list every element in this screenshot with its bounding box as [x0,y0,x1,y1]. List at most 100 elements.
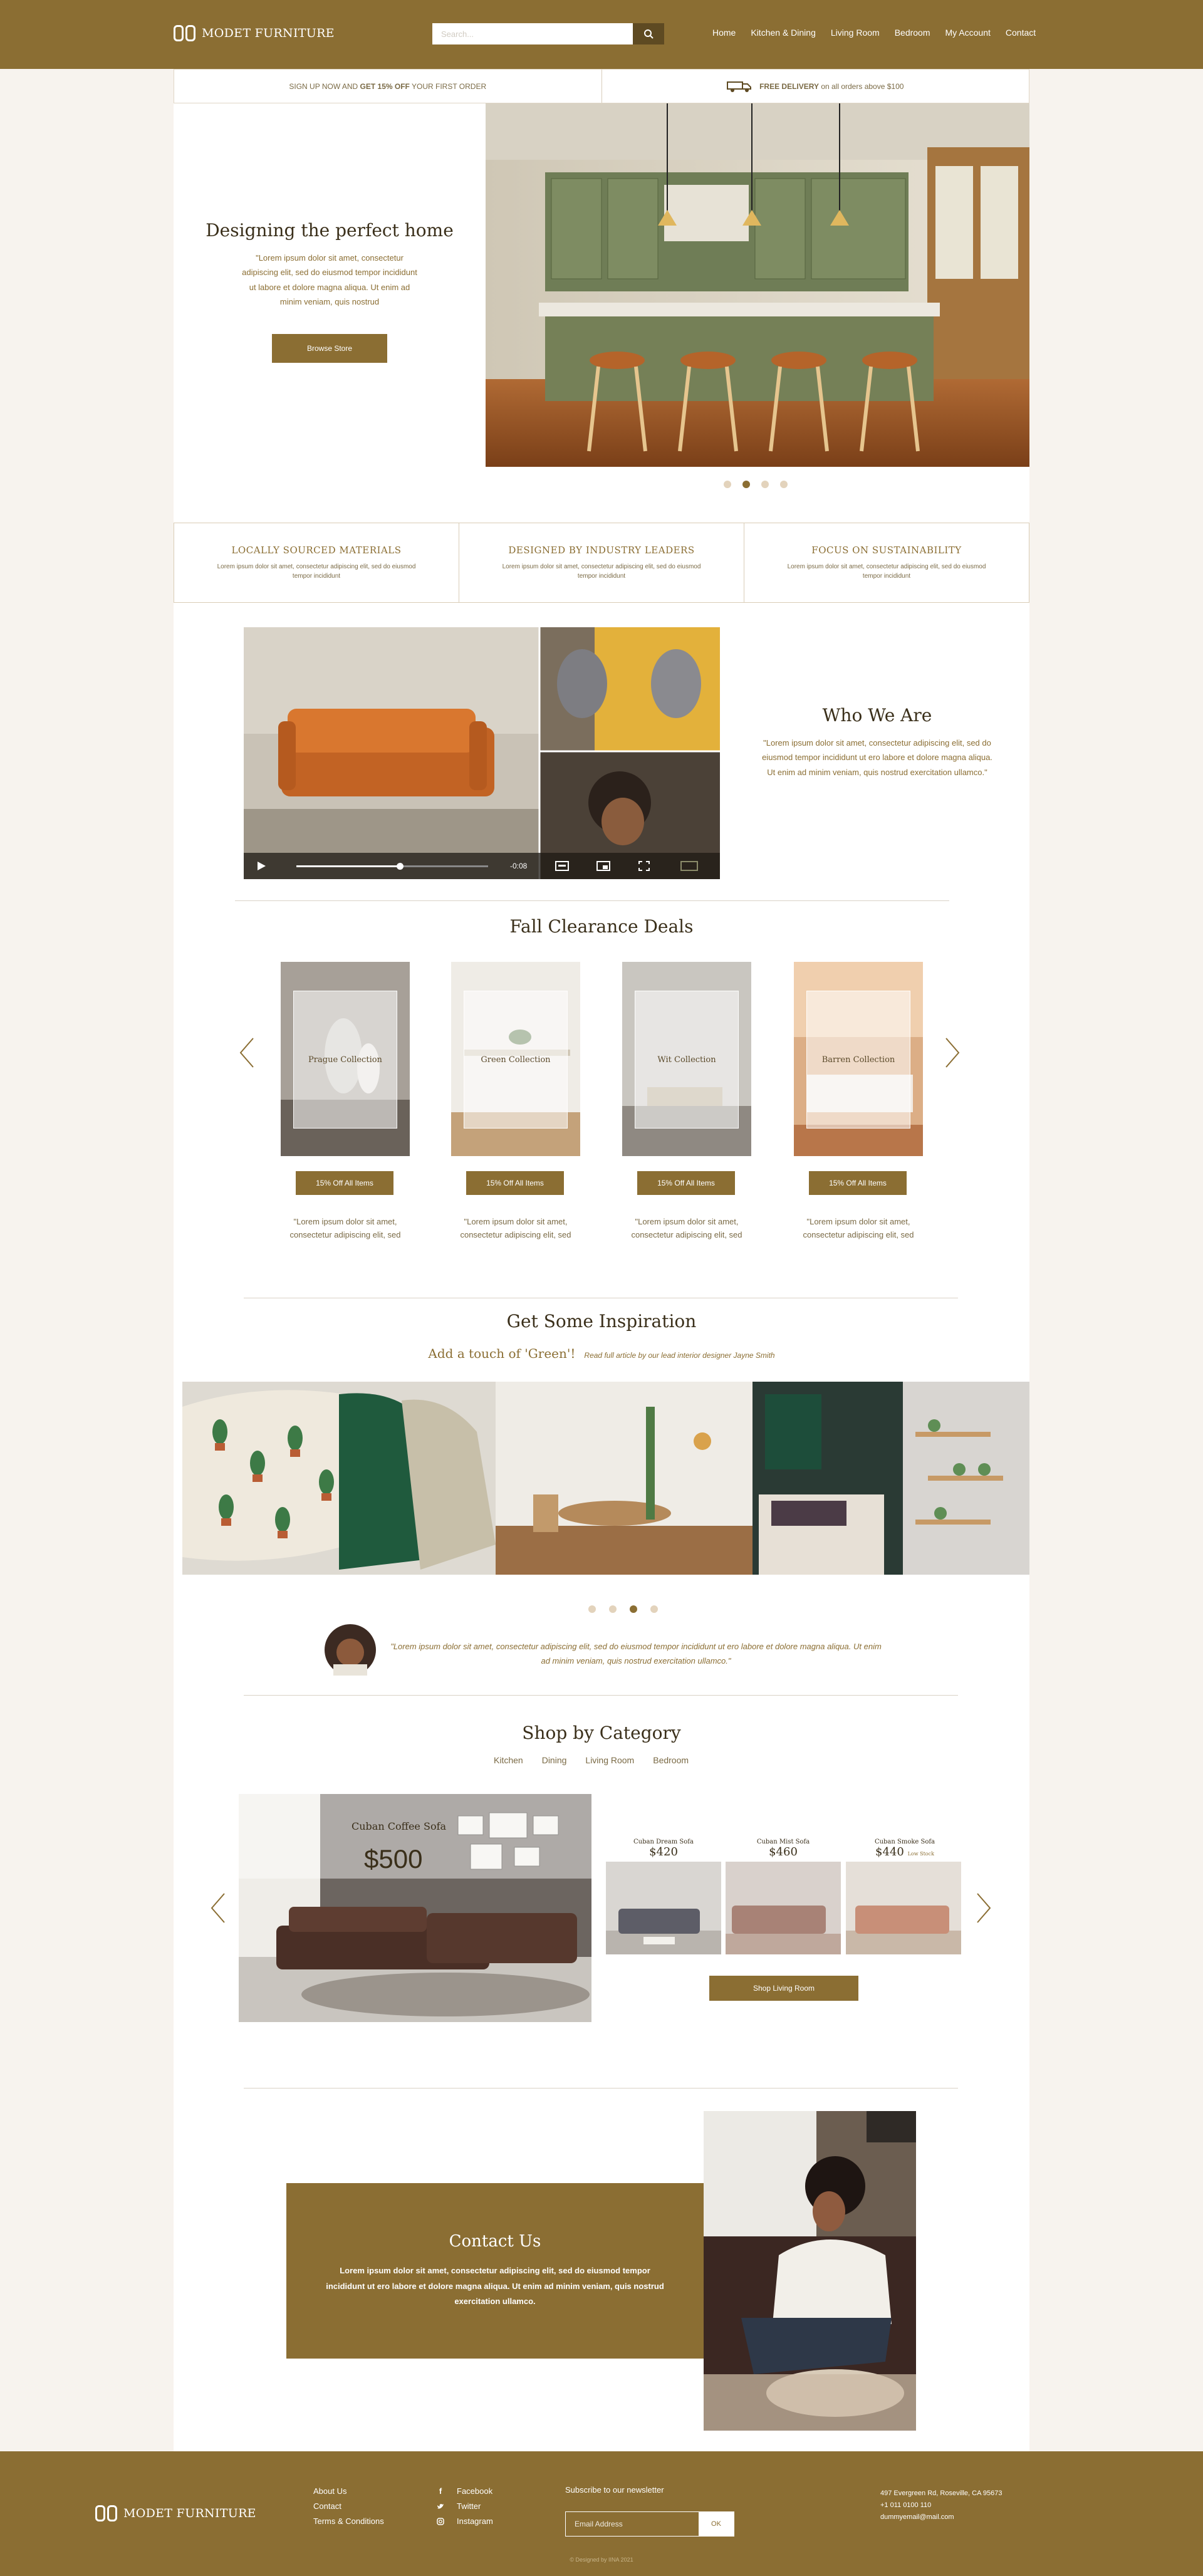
social-label: Facebook [457,2486,493,2496]
twitter-icon [437,2504,444,2509]
nav-contact[interactable]: Contact [1006,28,1036,38]
category-next-arrow[interactable] [976,1892,991,1930]
fullscreen-icon[interactable] [638,861,650,871]
features-box: LOCALLY SOURCED MATERIALS Lorem ipsum dol… [174,523,1029,603]
deal-card-prague[interactable]: Prague Collection [281,962,410,1156]
newsletter-label: Subscribe to our newsletter [565,2485,664,2495]
cuban-mist-sofa-image[interactable] [726,1862,841,1954]
newsletter-ok-button[interactable]: OK [699,2512,734,2536]
site-footer: MODET FURNITURE About Us Contact Terms &… [0,2451,1203,2576]
divider [235,900,949,901]
nav-my-account[interactable]: My Account [945,28,991,38]
logo[interactable]: MODET FURNITURE [174,25,335,41]
signup-promo[interactable]: SIGN UP NOW AND GET 15% OFF YOUR FIRST O… [174,70,602,103]
video-progress-fill [296,865,400,867]
footer-phone: +1 011 0100 110 [880,2501,932,2509]
delivery-promo: FREE DELIVERY on all orders above $100 [601,70,1029,103]
product-price: $420 [649,1845,678,1859]
feature-text: Lorem ipsum dolor sit amet, consectetur … [502,563,701,580]
feature-title: DESIGNED BY INDUSTRY LEADERS [508,545,695,556]
deal-card-green[interactable]: Green Collection [451,962,580,1156]
carousel-dot[interactable] [609,1605,617,1613]
nav-kitchen-dining[interactable]: Kitchen & Dining [751,28,816,38]
inspiration-article-link[interactable]: Read full article by our lead interior d… [584,1351,774,1360]
deals-next-arrow[interactable] [945,1037,960,1075]
contact-photo [704,2111,916,2431]
carousel-dot[interactable] [761,481,769,488]
deal-name: Green Collection [464,991,568,1129]
video-player[interactable]: -0:08 [244,627,720,879]
feature-sustainability: FOCUS ON SUSTAINABILITY Lorem ipsum dolor… [744,523,1029,602]
footer-contact-info: 497 Evergreen Rd, Roseville, CA 95673 +1… [880,2488,1002,2523]
newsletter-form: OK [565,2511,734,2537]
footer-link-contact[interactable]: Contact [313,2499,384,2514]
deals-prev-arrow[interactable] [239,1037,254,1075]
deal-button-prague[interactable]: 15% Off All Items [296,1171,393,1195]
contact-title: Contact Us [449,2231,541,2251]
footer-link-terms[interactable]: Terms & Conditions [313,2514,384,2529]
nav-living-room[interactable]: Living Room [831,28,880,38]
designer-avatar [325,1624,376,1676]
tab-bedroom[interactable]: Bedroom [653,1755,689,1765]
category-title: Shop by Category [522,1723,681,1743]
designer-quote: "Lorem ipsum dolor sit amet, consectetur… [390,1642,882,1666]
contact-text: Lorem ipsum dolor sit amet, consectetur … [326,2265,664,2307]
search-input[interactable] [432,23,633,44]
carousel-dot-active[interactable] [742,481,750,488]
deal-desc: "Lorem ipsum dolor sit amet, consectetur… [289,1217,401,1239]
hero-text: Designing the perfect home "Lorem ipsum … [174,103,486,467]
product-label-cuban-dream: Cuban Dream Sofa $420 [607,1838,720,1859]
footer-logo[interactable]: MODET FURNITURE [95,2505,256,2521]
search-button[interactable] [633,23,664,44]
footer-links: About Us Contact Terms & Conditions [313,2484,384,2529]
delivery-bold: FREE DELIVERY [759,81,819,91]
product-name: Cuban Smoke Sofa [874,1838,935,1845]
carousel-dot-active[interactable] [630,1605,637,1613]
contact-card: Contact Us Lorem ipsum dolor sit amet, c… [286,2183,704,2359]
featured-product-card[interactable]: Cuban Coffee Sofa $500 [239,1794,591,2022]
deal-card-barren[interactable]: Barren Collection [794,962,923,1156]
deal-button-green[interactable]: 15% Off All Items [466,1171,564,1195]
logo-mark-icon [95,2505,117,2521]
feature-text: Lorem ipsum dolor sit amet, consectetur … [217,563,416,580]
deals-title: Fall Clearance Deals [509,916,694,937]
deal-button-wit[interactable]: 15% Off All Items [637,1171,735,1195]
carousel-dot[interactable] [588,1605,596,1613]
newsletter-email-input[interactable] [566,2512,699,2536]
captions-icon[interactable] [555,861,569,871]
social-twitter[interactable]: Twitter [437,2499,493,2514]
nav-bedroom[interactable]: Bedroom [895,28,930,38]
social-facebook[interactable]: f Facebook [437,2484,493,2499]
nav-home[interactable]: Home [712,28,736,38]
deal-desc: "Lorem ipsum dolor sit amet, consectetur… [631,1217,742,1239]
picture-in-picture-icon[interactable] [596,861,610,871]
tab-dining[interactable]: Dining [542,1755,567,1765]
browse-store-button[interactable]: Browse Store [272,334,387,363]
tab-living-room[interactable]: Living Room [585,1755,634,1765]
logo-text: MODET FURNITURE [202,26,335,40]
tab-kitchen[interactable]: Kitchen [494,1755,523,1765]
footer-social: f Facebook Twitter Instagram [437,2484,493,2529]
instagram-icon [437,2518,444,2525]
deal-desc: "Lorem ipsum dolor sit amet, consectetur… [460,1217,571,1239]
cuban-dream-sofa-image[interactable] [606,1862,721,1954]
video-settings-icon[interactable] [680,861,698,871]
carousel-dot[interactable] [724,481,731,488]
deal-card-wit[interactable]: Wit Collection [622,962,751,1156]
product-name: Cuban Mist Sofa [756,1838,810,1845]
video-progress-handle[interactable] [397,863,404,870]
social-instagram[interactable]: Instagram [437,2514,493,2529]
deal-button-barren[interactable]: 15% Off All Items [809,1171,907,1195]
video-progress-track[interactable] [296,863,488,870]
category-prev-arrow[interactable] [211,1892,226,1930]
footer-link-about[interactable]: About Us [313,2484,384,2499]
signup-discount: GET 15% OFF [360,81,410,91]
facebook-icon: f [439,2486,442,2496]
footer-address: 497 Evergreen Rd, Roseville, CA 95673 [880,2490,1002,2497]
footer-email[interactable]: dummyemail@mail.com [880,2511,1002,2523]
play-icon[interactable] [256,861,266,871]
shop-living-room-button[interactable]: Shop Living Room [709,1976,858,2001]
cuban-smoke-sofa-image[interactable] [846,1862,961,1954]
carousel-dot[interactable] [780,481,788,488]
carousel-dot[interactable] [650,1605,658,1613]
